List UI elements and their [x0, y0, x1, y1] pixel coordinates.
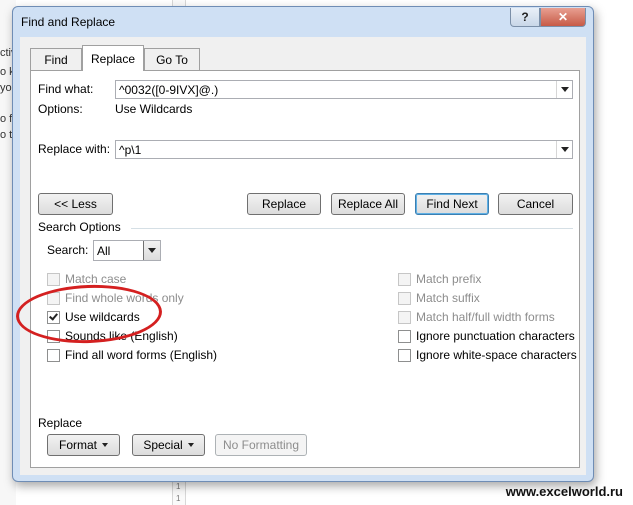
- checkbox-box: [398, 272, 411, 286]
- replace-all-button[interactable]: Replace All: [331, 193, 405, 215]
- special-button-label: Special: [143, 438, 183, 452]
- find-all-word-forms-label: Find all word forms (English): [65, 348, 218, 362]
- tab-go-to[interactable]: Go To: [144, 48, 200, 70]
- watermark: www.excelworld.ru: [505, 484, 623, 499]
- cancel-button-label: Cancel: [516, 197, 555, 211]
- no-formatting-button[interactable]: No Formatting: [215, 434, 307, 456]
- find-what-input[interactable]: ^0032([0-9IVX]@.): [115, 80, 573, 99]
- dropdown-arrow-icon: [102, 443, 108, 447]
- match-half-full-width-checkbox[interactable]: Match half/full width forms: [398, 310, 555, 324]
- match-half-full-width-label: Match half/full width forms: [416, 310, 555, 324]
- search-direction-dropdown-button[interactable]: [143, 241, 160, 260]
- tab-replace-label: Replace: [90, 51, 136, 66]
- tab-find[interactable]: Find: [30, 48, 82, 70]
- search-direction-label: Search:: [47, 243, 89, 257]
- search-direction-select[interactable]: All: [93, 240, 161, 261]
- search-options-heading: Search Options: [38, 220, 121, 234]
- close-icon: ✕: [557, 10, 569, 24]
- options-value: Use Wildcards: [115, 102, 193, 116]
- replace-tab-panel: Find what: ^0032([0-9IVX]@.) Options: Us…: [30, 70, 580, 468]
- find-what-value: ^0032([0-9IVX]@.): [119, 83, 219, 97]
- find-next-button[interactable]: Find Next: [415, 193, 489, 215]
- dropdown-arrow-icon: [187, 443, 194, 447]
- ruler-number: 1: [176, 482, 181, 491]
- replace-with-label: Replace with:: [38, 142, 111, 156]
- ruler-number: 1: [176, 494, 181, 503]
- checkbox-box: [47, 348, 60, 362]
- dialog-titlebar[interactable]: Find and Replace ? ✕: [13, 7, 593, 37]
- ignore-white-space-label: Ignore white-space characters: [416, 348, 577, 362]
- search-options-divider: [131, 228, 573, 229]
- match-suffix-label: Match suffix: [416, 291, 480, 305]
- find-all-word-forms-checkbox[interactable]: Find all word forms (English): [47, 348, 217, 362]
- checkbox-box: [398, 310, 411, 324]
- replace-with-value: ^p\1: [119, 143, 142, 157]
- special-button[interactable]: Special: [132, 434, 205, 456]
- format-button-label: Format: [58, 438, 97, 452]
- replace-section-heading: Replace: [38, 416, 83, 430]
- find-what-dropdown-button[interactable]: [556, 81, 572, 98]
- dialog-title: Find and Replace: [21, 15, 116, 29]
- match-case-checkbox[interactable]: Match case: [47, 272, 126, 286]
- less-button-label: << Less: [54, 197, 97, 211]
- chevron-down-icon: [148, 248, 156, 253]
- checkbox-box: [398, 291, 411, 305]
- replace-all-button-label: Replace All: [337, 197, 399, 211]
- match-prefix-checkbox[interactable]: Match prefix: [398, 272, 481, 286]
- tab-find-label-text: Find: [44, 52, 68, 67]
- document-text-fragment: o f: [0, 113, 13, 125]
- match-prefix-label: Match prefix: [416, 272, 482, 286]
- help-icon: ?: [521, 10, 529, 24]
- no-formatting-button-label: No Formatting: [222, 438, 300, 452]
- find-what-label: Find what:: [38, 82, 94, 96]
- find-and-replace-dialog: Find and Replace ? ✕ Find Replace Go To …: [12, 6, 594, 482]
- ignore-punctuation-checkbox[interactable]: Ignore punctuation characters: [398, 329, 575, 343]
- ignore-white-space-checkbox[interactable]: Ignore white-space characters: [398, 348, 577, 362]
- less-button[interactable]: << Less: [38, 193, 113, 215]
- chevron-down-icon: [560, 87, 569, 92]
- checkbox-box: [398, 329, 411, 343]
- tab-replace[interactable]: Replace: [82, 45, 144, 71]
- checkbox-box: [398, 348, 411, 362]
- replace-button[interactable]: Replace: [247, 193, 321, 215]
- replace-button-label: Replace: [261, 197, 307, 211]
- checkbox-box: [47, 272, 60, 286]
- search-direction-value: All: [97, 244, 111, 258]
- document-text-fragment: yo: [0, 82, 12, 94]
- tab-find-label: Find: [44, 53, 67, 67]
- tab-go-to-label: Go To: [156, 52, 188, 67]
- ignore-punctuation-label: Ignore punctuation characters: [416, 329, 575, 343]
- help-button[interactable]: ?: [510, 8, 540, 27]
- close-button[interactable]: ✕: [540, 8, 586, 27]
- dialog-body: Find Replace Go To Find what: ^0032([0-9…: [20, 37, 586, 475]
- replace-with-dropdown-button[interactable]: [556, 141, 572, 158]
- find-next-button-label: Find Next: [426, 197, 478, 211]
- document-text-fragment: o t: [0, 129, 13, 141]
- format-button[interactable]: Format: [47, 434, 120, 456]
- replace-with-input[interactable]: ^p\1: [115, 140, 573, 159]
- match-suffix-checkbox[interactable]: Match suffix: [398, 291, 480, 305]
- cancel-button[interactable]: Cancel: [498, 193, 573, 215]
- chevron-down-icon: [560, 147, 569, 152]
- options-label: Options:: [38, 102, 83, 116]
